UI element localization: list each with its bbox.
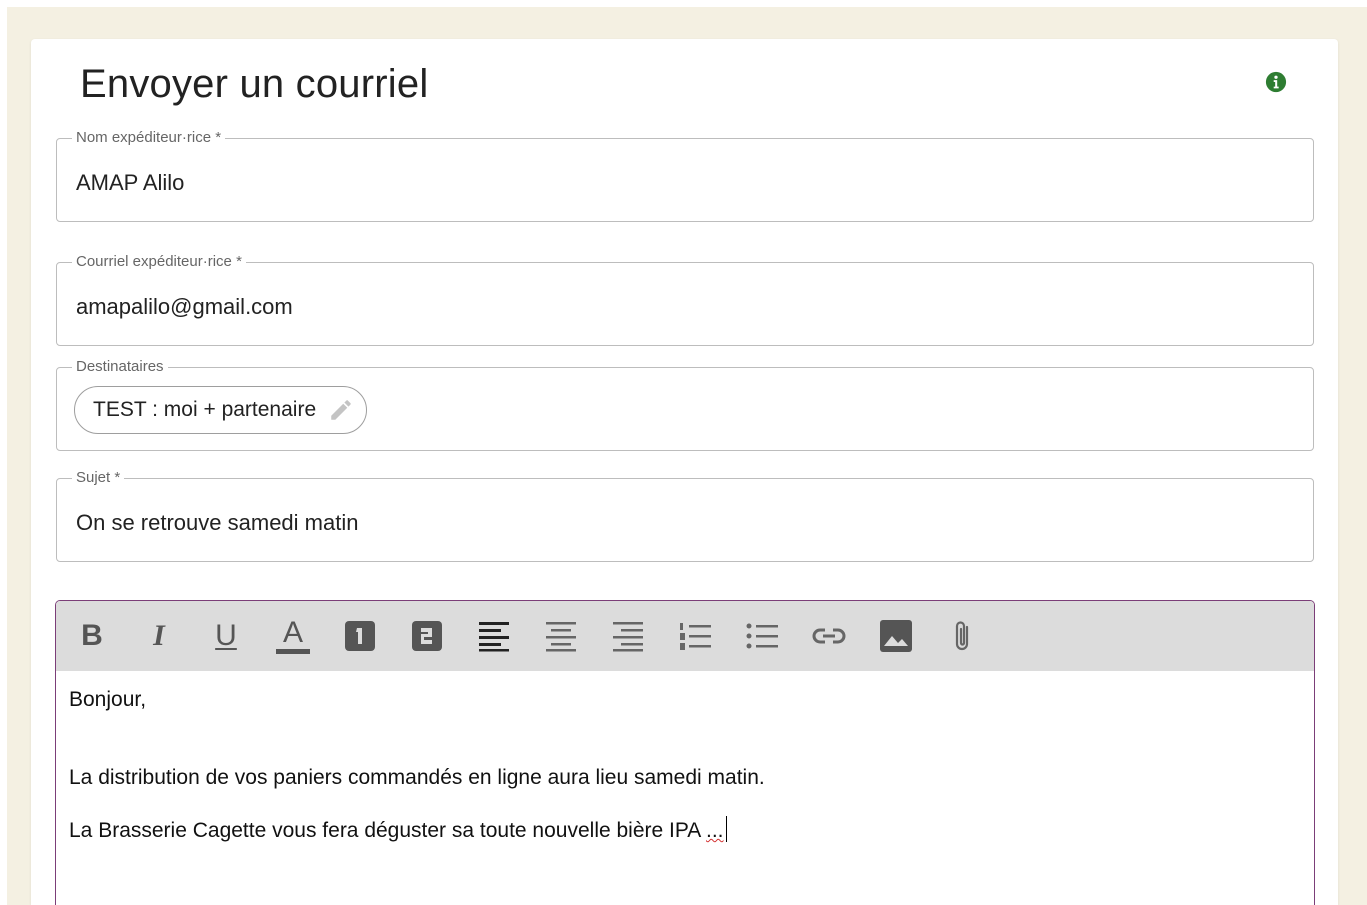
italic-button[interactable]: I [141, 618, 177, 654]
link-button[interactable] [811, 618, 847, 654]
link-icon [812, 628, 846, 644]
sender-email-field[interactable]: Courriel expéditeur·rice * amapalilo@gma… [56, 253, 1314, 346]
attachment-icon [955, 621, 969, 651]
recipient-chip[interactable]: TEST : moi + partenaire [74, 386, 368, 434]
page-title: Envoyer un courriel [80, 62, 429, 106]
bullet-list-button[interactable] [744, 618, 780, 654]
align-center-button[interactable] [543, 618, 579, 654]
sender-email-label: Courriel expéditeur·rice * [76, 253, 242, 270]
align-left-button[interactable] [476, 618, 512, 654]
underline-button[interactable]: U [208, 618, 244, 654]
sender-name-input[interactable]: AMAP Alilo [76, 170, 1294, 196]
body-line-2: La distribution de vos paniers commandés… [69, 766, 765, 789]
body-line-3-text: La Brasserie Cagette vous fera déguster … [69, 819, 701, 842]
subject-label: Sujet * [76, 469, 121, 486]
text-cursor [725, 816, 727, 842]
rich-text-editor[interactable]: B I U A Bonjour, La distribution de vos … [55, 600, 1315, 905]
recipients-field[interactable]: Destinataires TEST : moi + partenaire [56, 358, 1314, 451]
image-icon [880, 620, 912, 652]
text-color-icon: A [282, 615, 303, 649]
heading-1-button[interactable] [342, 618, 378, 654]
heading-1-icon [345, 621, 375, 651]
editor-content[interactable]: Bonjour, La distribution de vos paniers … [56, 671, 1314, 860]
recipient-chip-label: TEST : moi + partenaire [93, 398, 317, 421]
sender-name-label: Nom expéditeur·rice * [76, 129, 222, 146]
sender-name-field[interactable]: Nom expéditeur·rice * AMAP Alilo [56, 129, 1314, 222]
body-line-1: Bonjour, [69, 688, 147, 711]
subject-input[interactable]: On se retrouve samedi matin [76, 510, 1294, 536]
body-line-3: La Brasserie Cagette vous fera déguster … [69, 816, 1301, 844]
bold-icon: B [81, 619, 103, 652]
info-icon[interactable] [1265, 71, 1287, 93]
editor-toolbar: B I U A [56, 601, 1314, 671]
align-left-icon [479, 622, 509, 652]
bold-button[interactable]: B [74, 618, 110, 654]
underline-icon: U [215, 619, 237, 652]
italic-icon: I [153, 619, 165, 652]
sender-email-input[interactable]: amapalilo@gmail.com [76, 294, 1294, 320]
attachment-button[interactable] [945, 618, 981, 654]
recipients-label: Destinataires [76, 358, 164, 375]
image-button[interactable] [878, 618, 914, 654]
heading-2-icon [412, 621, 442, 651]
spellcheck-marker: ... [706, 819, 724, 842]
ordered-list-icon [680, 623, 711, 650]
ordered-list-button[interactable] [677, 618, 713, 654]
text-color-button[interactable]: A [275, 615, 311, 654]
edit-pencil-icon[interactable] [328, 397, 354, 423]
bullet-list-icon [746, 623, 778, 649]
align-center-icon [546, 622, 576, 652]
text-color-swatch [276, 648, 310, 654]
align-right-button[interactable] [610, 618, 646, 654]
subject-field[interactable]: Sujet * On se retrouve samedi matin [56, 469, 1314, 562]
heading-2-button[interactable] [409, 618, 445, 654]
align-right-icon [613, 622, 643, 652]
